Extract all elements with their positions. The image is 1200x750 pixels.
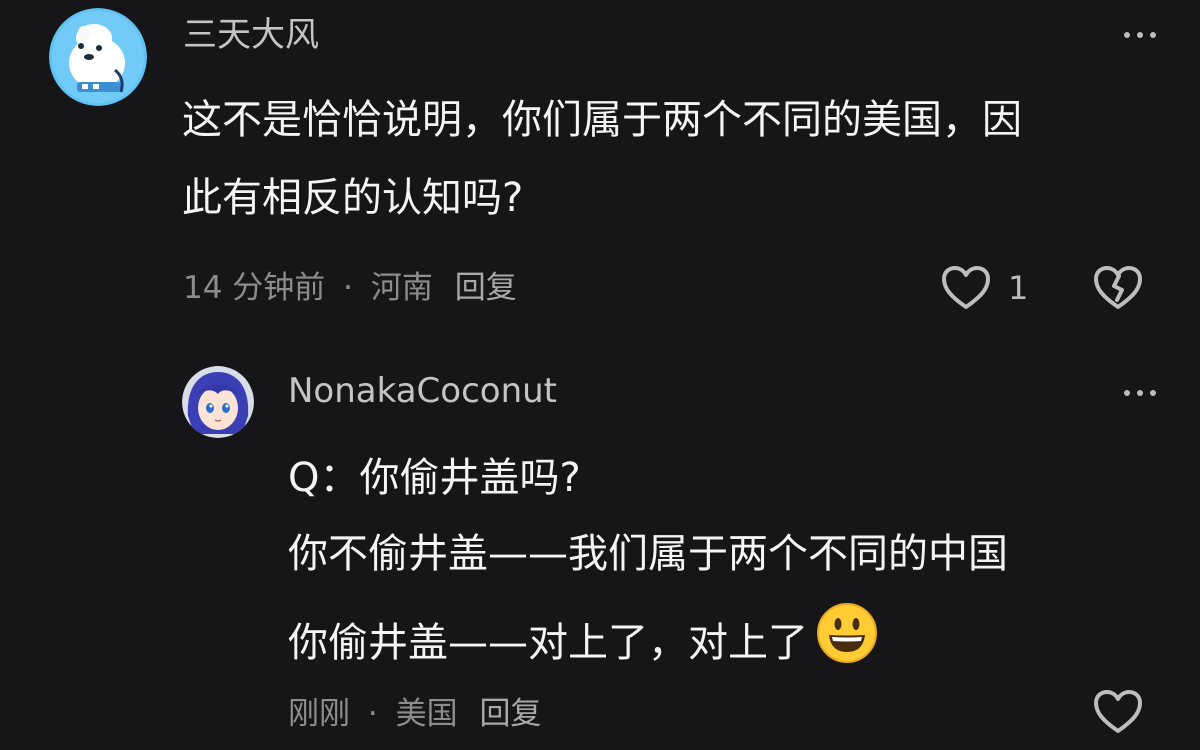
ellipsis-icon [1124, 390, 1130, 396]
comment-text-line: 此有相反的认知吗? [182, 175, 524, 221]
comment-location: 河南 [370, 270, 433, 306]
reply-button[interactable]: 回复 [455, 270, 517, 306]
comment-item: 三天大风 这不是恰恰说明，你们属于两个不同的美国，因 此有相反的认知吗? 14 … [0, 0, 1200, 330]
comment-text-line: 这不是恰恰说明，你们属于两个不同的美国，因 [182, 97, 1022, 143]
reply-text-line: 你不偷井盖——我们属于两个不同的中国 [288, 531, 1008, 577]
like-button[interactable] [1092, 688, 1144, 736]
heart-outline-icon [1094, 690, 1142, 733]
dislike-button[interactable] [1092, 264, 1144, 312]
reply-comment-item: NonakaCoconut Q：你偷井盖吗? 你不偷井盖——我们属于两个不同的中… [0, 340, 1200, 750]
polar-bear-avatar[interactable] [49, 8, 147, 106]
comment-time: 14 分钟前 [183, 270, 326, 306]
reply-location: 美国 [395, 696, 458, 732]
reply-text: 你偷井盖——对上了，对上了 [288, 620, 808, 666]
more-options-button[interactable] [1122, 24, 1162, 44]
anime-girl-icon [182, 366, 254, 438]
reply-meta: 刚刚 · 美国 回复 [288, 694, 541, 734]
heart-outline-icon [942, 266, 990, 309]
reply-text-line: Q：你偷井盖吗? [288, 455, 581, 501]
comment-username[interactable]: 三天大风 [183, 14, 319, 56]
ellipsis-icon [1124, 32, 1130, 38]
polar-bear-icon [49, 8, 147, 106]
reply-text-line-with-emoji: 你偷井盖——对上了，对上了 [288, 602, 878, 671]
like-button[interactable] [940, 264, 992, 312]
broken-heart-icon [1094, 266, 1142, 309]
reply-time: 刚刚 [288, 696, 350, 732]
grinning-face-emoji-icon [817, 603, 877, 663]
like-count: 1 [1008, 269, 1029, 307]
comment-thread: 三天大风 这不是恰恰说明，你们属于两个不同的美国，因 此有相反的认知吗? 14 … [0, 0, 1200, 750]
more-options-button[interactable] [1122, 382, 1162, 402]
anime-girl-avatar[interactable] [182, 366, 254, 438]
reply-button[interactable]: 回复 [479, 696, 541, 732]
reply-username[interactable]: NonakaCoconut [288, 370, 557, 412]
meta-separator: · [367, 696, 378, 732]
meta-separator: · [343, 270, 354, 306]
comment-meta: 14 分钟前 · 河南 回复 [183, 268, 517, 308]
